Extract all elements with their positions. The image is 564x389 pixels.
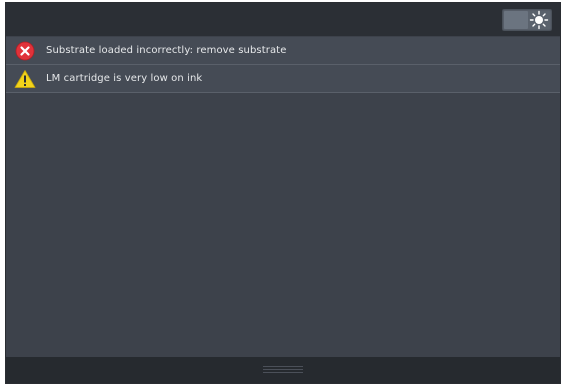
drag-handle-icon[interactable] [263, 366, 303, 374]
alert-text: Substrate loaded incorrectly: remove sub… [46, 45, 287, 56]
alert-text: LM cartridge is very low on ink [46, 73, 203, 84]
printer-display: Substrate loaded incorrectly: remove sub… [5, 2, 561, 384]
error-circle-icon [14, 40, 36, 62]
alert-row-warning[interactable]: LM cartridge is very low on ink [6, 65, 560, 93]
content-area [6, 95, 560, 357]
alert-row-error[interactable]: Substrate loaded incorrectly: remove sub… [6, 37, 560, 65]
top-bar [6, 3, 560, 36]
sun-icon [529, 10, 549, 30]
warning-triangle-icon [14, 68, 36, 90]
bottom-bar[interactable] [6, 357, 560, 383]
alert-list: Substrate loaded incorrectly: remove sub… [6, 37, 560, 93]
brightness-toggle[interactable] [502, 9, 552, 31]
toggle-knob[interactable] [504, 11, 528, 29]
